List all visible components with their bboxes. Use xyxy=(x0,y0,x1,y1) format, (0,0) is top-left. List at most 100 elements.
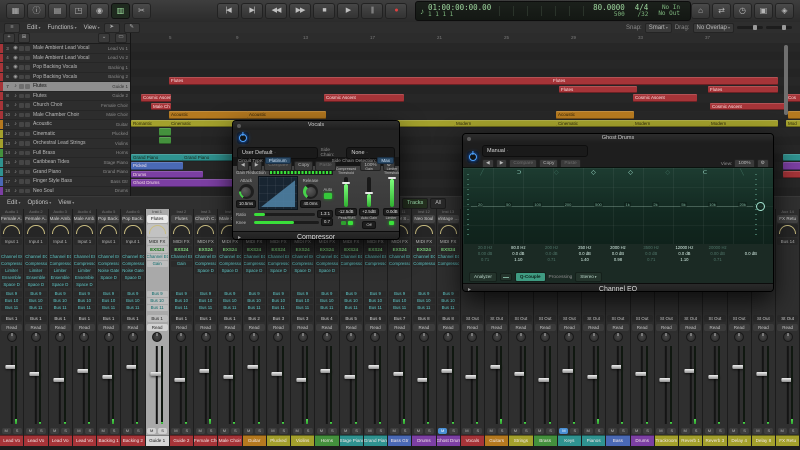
tools-icon[interactable]: ✂ xyxy=(132,3,151,19)
channel-name-label[interactable]: Guide 2 xyxy=(169,435,193,446)
send-slot[interactable]: Bus 10 xyxy=(437,298,459,304)
pan-knob[interactable] xyxy=(782,332,793,342)
send-slot[interactable]: Bus 9 xyxy=(146,291,168,297)
mute-button[interactable]: M xyxy=(777,428,787,434)
eq-band-icon[interactable]: ◇ xyxy=(551,169,561,176)
solo-button[interactable]: S xyxy=(352,428,362,434)
input-slot[interactable]: Input 1 xyxy=(1,238,23,245)
eq-band-column[interactable]: 12000 Hz 0.0 dB 1.10 xyxy=(668,245,700,271)
editors-icon[interactable]: ◉ xyxy=(90,3,109,19)
fx-slot[interactable]: Channel EQ xyxy=(316,254,338,260)
eq-band-column[interactable]: 20.0 Hz 0.00 dB 0.71 xyxy=(469,245,501,271)
mixer-menu-view[interactable]: View xyxy=(58,200,74,206)
eq-band-icon[interactable]: ╱ xyxy=(477,169,487,176)
fx-slot[interactable]: Gain xyxy=(146,261,168,267)
region[interactable] xyxy=(159,136,171,144)
channel-strip[interactable]: Inst 7Orchestr…MIDI FXEXS24Channel EQCom… xyxy=(291,209,316,450)
eq-band-column[interactable]: 2000 Hz 0.0 dB 0.98 xyxy=(602,245,634,271)
fx-slot[interactable]: Space D xyxy=(195,268,217,274)
channel-name-label[interactable]: Plucked xyxy=(266,435,290,446)
mute-button[interactable] xyxy=(19,179,24,184)
fx-slot[interactable]: Space D xyxy=(25,282,47,288)
pan-knob[interactable] xyxy=(79,332,90,342)
input-slot[interactable]: Input 1 xyxy=(98,238,120,245)
send-slot[interactable]: Bus 9 xyxy=(195,291,217,297)
automation-mode-button[interactable]: Read xyxy=(364,324,386,331)
send-slot[interactable]: Bus 10 xyxy=(219,298,241,304)
automation-mode-button[interactable]: Read xyxy=(170,324,192,331)
instrument-slot[interactable]: EXS24 xyxy=(170,246,192,253)
fx-slot[interactable]: Limiter xyxy=(1,268,23,274)
window-close-icon[interactable] xyxy=(237,123,241,128)
mute-button[interactable]: M xyxy=(704,428,714,434)
vertical-scrollbar[interactable] xyxy=(784,45,788,115)
fx-slot[interactable]: Compressor xyxy=(292,261,314,267)
drag-select[interactable]: No Overlap xyxy=(692,22,734,33)
output-slot[interactable]: St Out xyxy=(607,315,629,322)
eq-thumbnail[interactable] xyxy=(122,224,144,237)
channel-setting-button[interactable]: Vintage … xyxy=(437,215,459,223)
send-slot[interactable]: Bus 11 xyxy=(340,305,362,311)
region[interactable]: Flutes xyxy=(559,85,637,93)
send-slot[interactable]: Bus 9 xyxy=(267,291,289,297)
eq-band-icon[interactable]: ◇ xyxy=(626,169,636,176)
channel-name-label[interactable]: Reverb 3 xyxy=(703,435,727,446)
instrument-slot[interactable]: EXS24 xyxy=(364,246,386,253)
mute-button[interactable]: M xyxy=(74,428,84,434)
send-slot[interactable]: Bus 9 xyxy=(49,291,71,297)
send-slot[interactable]: Bus 10 xyxy=(170,298,192,304)
automation-mode-button[interactable]: Read xyxy=(461,324,483,331)
send-slot[interactable]: Bus 10 xyxy=(122,298,144,304)
mute-button[interactable] xyxy=(19,103,24,108)
solo-button[interactable]: S xyxy=(279,428,289,434)
mute-button[interactable]: M xyxy=(535,428,545,434)
lcd-position[interactable]: 1 1 1 1 xyxy=(428,11,491,18)
solo-button[interactable]: S xyxy=(133,428,143,434)
track-header-row[interactable]: 11 ♪ Acoustic Guitar xyxy=(0,120,130,130)
channel-name-label[interactable]: Keys xyxy=(557,435,581,446)
fx-slot[interactable]: Compressor xyxy=(122,261,144,267)
mute-button[interactable]: M xyxy=(559,428,569,434)
output-slot[interactable]: Bus 3 xyxy=(267,315,289,322)
automation-mode-button[interactable]: Read xyxy=(777,324,799,331)
region[interactable]: Modern xyxy=(709,119,778,127)
fx-slot[interactable]: Channel EQ xyxy=(1,254,23,260)
send-slot[interactable]: Bus 9 xyxy=(98,291,120,297)
fx-slot[interactable]: Channel EQ xyxy=(340,254,362,260)
channel-name-label[interactable]: Lead Vo xyxy=(24,435,48,446)
stop-button[interactable]: ■ xyxy=(313,3,335,19)
mute-button[interactable]: M xyxy=(365,428,375,434)
solo-button[interactable]: S xyxy=(473,428,483,434)
channel-name-label[interactable]: Guitars xyxy=(485,435,509,446)
output-slot[interactable]: St Out xyxy=(583,315,605,322)
forward-button[interactable]: ▶▶ xyxy=(289,3,311,19)
mute-button[interactable]: M xyxy=(341,428,351,434)
mute-button[interactable] xyxy=(19,122,24,127)
instrument-slot[interactable]: EXS24 xyxy=(146,246,168,253)
send-slot[interactable]: Bus 9 xyxy=(340,291,362,297)
output-slot[interactable]: St Out xyxy=(728,315,750,322)
fx-slot[interactable]: Compressor xyxy=(219,261,241,267)
track-header-row[interactable]: 8 ♪ Flutes Guide 2 xyxy=(0,91,130,101)
disclosure-icon[interactable]: ▸ xyxy=(468,284,471,291)
send-slot[interactable]: Bus 11 xyxy=(170,305,192,311)
band-q-value[interactable]: 0.71 xyxy=(469,257,501,263)
eq-graph[interactable]: ╱ ⊃ ◇ ◇ ◇ ◇ ⊂ ╲ 20 50 100 200 500 1k 2k 5k 10k 20k xyxy=(463,167,773,244)
automation-mode-button[interactable]: Read xyxy=(340,324,362,331)
solo-button[interactable] xyxy=(25,74,30,79)
pan-knob[interactable] xyxy=(200,332,211,342)
channel-name-label[interactable]: Guide 1 xyxy=(145,435,169,446)
eq-thumbnail[interactable] xyxy=(146,224,168,237)
auto-gain-select[interactable]: Off xyxy=(362,221,376,229)
knee-value[interactable]: 0.7 xyxy=(321,218,333,226)
channel-setting-button[interactable]: Flutes xyxy=(170,215,192,223)
limiter-toggle[interactable] xyxy=(388,221,394,225)
solo-button[interactable] xyxy=(25,112,30,117)
solo-button[interactable]: S xyxy=(109,428,119,434)
eq-band-icon[interactable]: ⊂ xyxy=(700,169,710,176)
knee-slider[interactable] xyxy=(254,220,320,224)
output-slot[interactable]: St Out xyxy=(510,315,532,322)
channel-setting-button[interactable]: Neo Soul xyxy=(413,215,435,223)
pan-knob[interactable] xyxy=(612,332,623,342)
automation-mode-button[interactable]: Read xyxy=(146,324,168,331)
